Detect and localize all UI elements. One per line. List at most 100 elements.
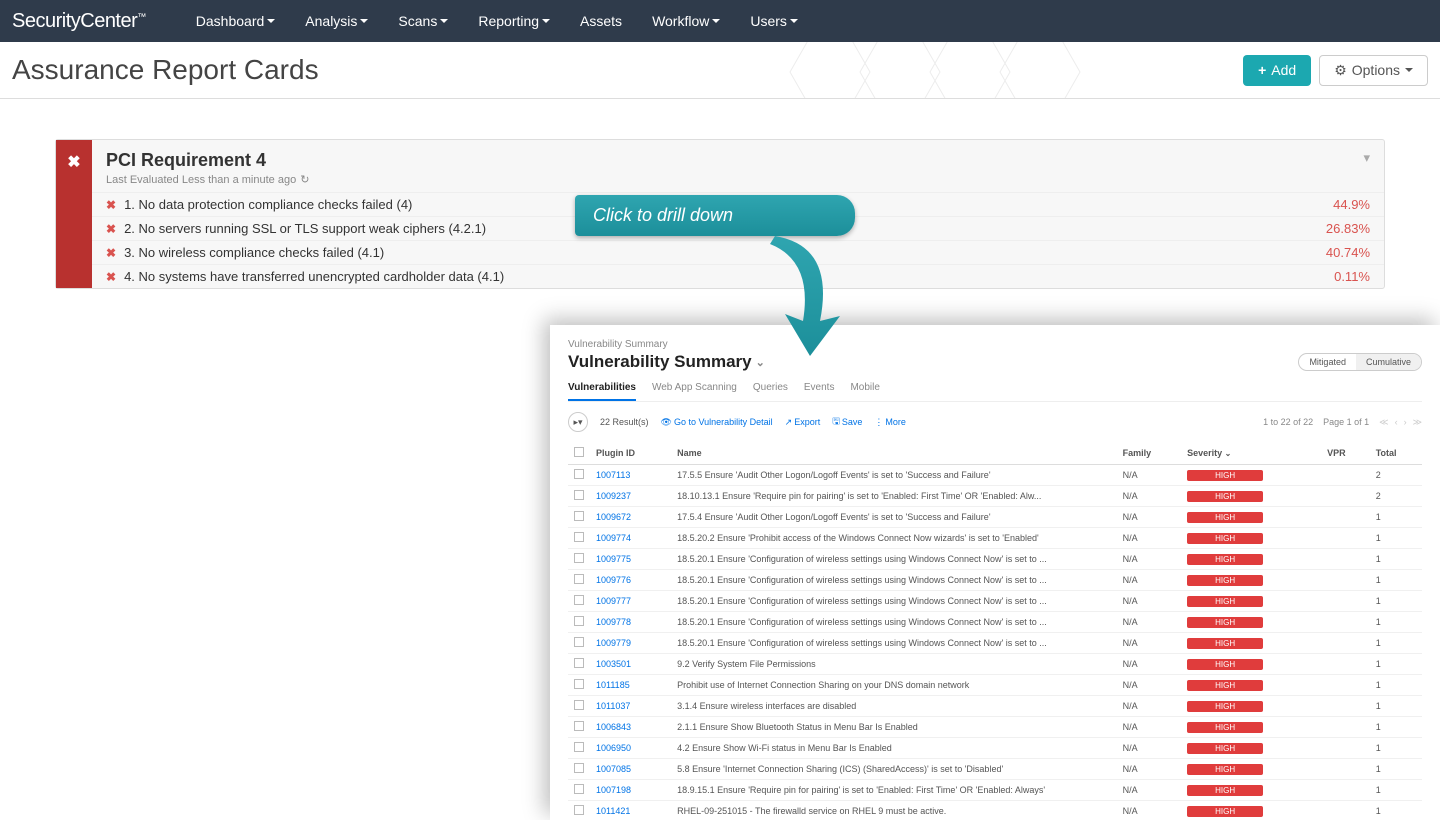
- col-vpr[interactable]: VPR: [1321, 442, 1370, 465]
- row-checkbox[interactable]: [574, 679, 584, 689]
- vuln-family: N/A: [1117, 759, 1181, 780]
- export-link[interactable]: ↗ Export: [785, 417, 821, 428]
- plugin-id-link[interactable]: 1009775: [596, 554, 631, 564]
- nav-item-dashboard[interactable]: Dashboard: [196, 13, 276, 29]
- table-row[interactable]: 100977418.5.20.2 Ensure 'Prohibit access…: [568, 528, 1422, 549]
- col-severity[interactable]: Severity ⌄: [1181, 442, 1321, 465]
- col-family[interactable]: Family: [1117, 442, 1181, 465]
- plugin-id-link[interactable]: 1007198: [596, 785, 631, 795]
- table-row[interactable]: 10110373.1.4 Ensure wireless interfaces …: [568, 696, 1422, 717]
- pager-next[interactable]: ›: [1404, 417, 1407, 428]
- table-row[interactable]: 1011421RHEL-09-251015 - The firewalld se…: [568, 801, 1422, 820]
- table-row[interactable]: 100967217.5.4 Ensure 'Audit Other Logon/…: [568, 507, 1422, 528]
- nav-item-scans[interactable]: Scans: [398, 13, 448, 29]
- table-row[interactable]: 100977618.5.20.1 Ensure 'Configuration o…: [568, 570, 1422, 591]
- plugin-id-link[interactable]: 1009778: [596, 617, 631, 627]
- plugin-id-link[interactable]: 1007113: [596, 470, 630, 480]
- goto-detail-link[interactable]: 👁 Go to Vulnerability Detail: [661, 417, 773, 428]
- pager-prev[interactable]: ‹: [1395, 417, 1398, 428]
- row-checkbox[interactable]: [574, 511, 584, 521]
- nav-item-reporting[interactable]: Reporting: [478, 13, 550, 29]
- plugin-id-link[interactable]: 1009672: [596, 512, 631, 522]
- refresh-icon[interactable]: ↻: [300, 173, 309, 186]
- table-row[interactable]: 10035019.2 Verify System File Permission…: [568, 654, 1422, 675]
- pager-last[interactable]: ≫: [1413, 417, 1422, 428]
- col-total[interactable]: Total: [1370, 442, 1422, 465]
- vuln-family: N/A: [1117, 654, 1181, 675]
- row-checkbox[interactable]: [574, 595, 584, 605]
- tab-queries[interactable]: Queries: [753, 382, 788, 401]
- plugin-id-link[interactable]: 1009237: [596, 491, 631, 501]
- row-checkbox[interactable]: [574, 742, 584, 752]
- row-checkbox[interactable]: [574, 469, 584, 479]
- plugin-id-link[interactable]: 1003501: [596, 659, 631, 669]
- table-row[interactable]: 100977818.5.20.1 Ensure 'Configuration o…: [568, 612, 1422, 633]
- table-row[interactable]: 1011185Prohibit use of Internet Connecti…: [568, 675, 1422, 696]
- chevron-down-icon: [267, 19, 275, 23]
- nav-item-analysis[interactable]: Analysis: [305, 13, 368, 29]
- row-checkbox[interactable]: [574, 763, 584, 773]
- save-link[interactable]: 🖫 Save: [832, 414, 862, 430]
- row-checkbox[interactable]: [574, 490, 584, 500]
- add-button[interactable]: +Add: [1243, 55, 1311, 86]
- table-row[interactable]: 100923718.10.13.1 Ensure 'Require pin fo…: [568, 486, 1422, 507]
- severity-badge: HIGH: [1187, 575, 1263, 586]
- plugin-id-link[interactable]: 1009776: [596, 575, 631, 585]
- table-row[interactable]: 10070855.8 Ensure 'Internet Connection S…: [568, 759, 1422, 780]
- col-plugin-id[interactable]: Plugin ID: [590, 442, 671, 465]
- toggle-cumulative[interactable]: Cumulative: [1356, 354, 1421, 370]
- pager-first[interactable]: ≪: [1379, 417, 1388, 428]
- plugin-id-link[interactable]: 1007085: [596, 764, 631, 774]
- vuln-vpr: [1321, 696, 1370, 717]
- table-row[interactable]: 10069504.2 Ensure Show Wi-Fi status in M…: [568, 738, 1422, 759]
- plugin-id-link[interactable]: 1011185: [596, 680, 630, 690]
- row-checkbox[interactable]: [574, 784, 584, 794]
- table-row[interactable]: 100711317.5.5 Ensure 'Audit Other Logon/…: [568, 465, 1422, 486]
- row-checkbox[interactable]: [574, 721, 584, 731]
- tab-events[interactable]: Events: [804, 382, 835, 401]
- plugin-id-link[interactable]: 1009774: [596, 533, 631, 543]
- plugin-id-link[interactable]: 1011421: [596, 806, 630, 816]
- nav-item-workflow[interactable]: Workflow: [652, 13, 720, 29]
- table-row[interactable]: 1007198 18.9.15.1 Ensure 'Require pin for…: [568, 780, 1422, 801]
- tab-mobile[interactable]: Mobile: [850, 382, 879, 401]
- select-all-checkbox[interactable]: [574, 447, 584, 457]
- tab-vulnerabilities[interactable]: Vulnerabilities: [568, 382, 636, 401]
- row-checkbox[interactable]: [574, 532, 584, 542]
- table-row[interactable]: 10068432.1.1 Ensure Show Bluetooth Statu…: [568, 717, 1422, 738]
- more-link[interactable]: ⋮ More: [874, 417, 906, 428]
- row-checkbox[interactable]: [574, 700, 584, 710]
- row-checkbox[interactable]: [574, 616, 584, 626]
- table-row[interactable]: 100977918.5.20.1 Ensure 'Configuration o…: [568, 633, 1422, 654]
- vuln-vpr: [1321, 465, 1370, 486]
- row-checkbox[interactable]: [574, 553, 584, 563]
- vuln-total: 1: [1370, 801, 1422, 820]
- toggle-mitigated[interactable]: Mitigated: [1299, 354, 1356, 370]
- fail-x-icon: ✖: [106, 246, 116, 260]
- vuln-name: 18.9.15.1 Ensure 'Require pin for pairin…: [671, 780, 1117, 801]
- vuln-family: N/A: [1117, 780, 1181, 801]
- table-row[interactable]: 100977518.5.20.1 Ensure 'Configuration o…: [568, 549, 1422, 570]
- plugin-id-link[interactable]: 1006843: [596, 722, 631, 732]
- plugin-id-link[interactable]: 1011037: [596, 701, 630, 711]
- chevron-down-icon[interactable]: ⌄: [756, 356, 765, 369]
- vuln-vpr: [1321, 507, 1370, 528]
- plugin-id-link[interactable]: 1009777: [596, 596, 631, 606]
- row-checkbox[interactable]: [574, 658, 584, 668]
- col-name[interactable]: Name: [671, 442, 1117, 465]
- filter-button[interactable]: ▸▾: [568, 412, 588, 432]
- table-row[interactable]: 100977718.5.20.1 Ensure 'Configuration o…: [568, 591, 1422, 612]
- card-row-pct: 40.74%: [1326, 245, 1370, 260]
- row-checkbox[interactable]: [574, 574, 584, 584]
- plugin-id-link[interactable]: 1006950: [596, 743, 631, 753]
- row-checkbox[interactable]: [574, 637, 584, 647]
- plugin-id-link[interactable]: 1009779: [596, 638, 631, 648]
- row-checkbox[interactable]: [574, 805, 584, 815]
- vuln-vpr: [1321, 591, 1370, 612]
- options-button[interactable]: ⚙Options: [1319, 55, 1428, 86]
- nav-item-assets[interactable]: Assets: [580, 13, 622, 29]
- vuln-total: 1: [1370, 612, 1422, 633]
- card-collapse-icon[interactable]: ▾: [1363, 150, 1370, 166]
- nav-item-users[interactable]: Users: [750, 13, 798, 29]
- tab-web-app-scanning[interactable]: Web App Scanning: [652, 382, 737, 401]
